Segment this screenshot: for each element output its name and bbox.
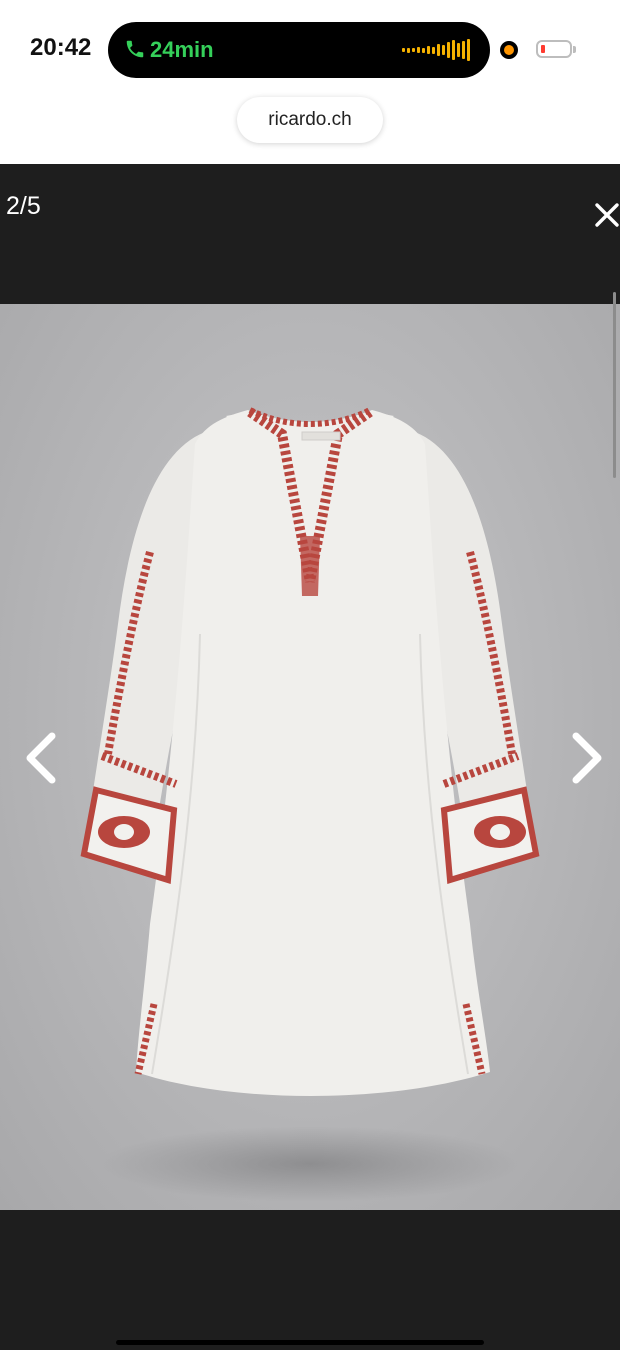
url-bar[interactable]: ricardo.ch [237,97,383,143]
scrollbar[interactable] [613,292,616,478]
image-counter: 2/5 [6,192,41,220]
call-duration: 24min [150,37,214,62]
recording-indicator-icon [500,41,518,59]
chevron-left-icon[interactable] [20,728,60,788]
status-bar: 20:42 24min ricardo.ch [0,0,620,164]
audio-waveform-icon [402,38,470,62]
chevron-right-icon[interactable] [568,728,608,788]
battery-icon [536,40,576,58]
clock: 20:42 [30,34,92,61]
close-icon[interactable] [592,200,620,230]
image-viewer: 2/5 [0,164,620,1350]
dynamic-island-call[interactable]: 24min [108,22,490,78]
phone-icon [126,40,144,58]
home-indicator[interactable] [116,1340,484,1345]
product-image[interactable] [0,304,620,1210]
dress-illustration [80,407,540,1202]
